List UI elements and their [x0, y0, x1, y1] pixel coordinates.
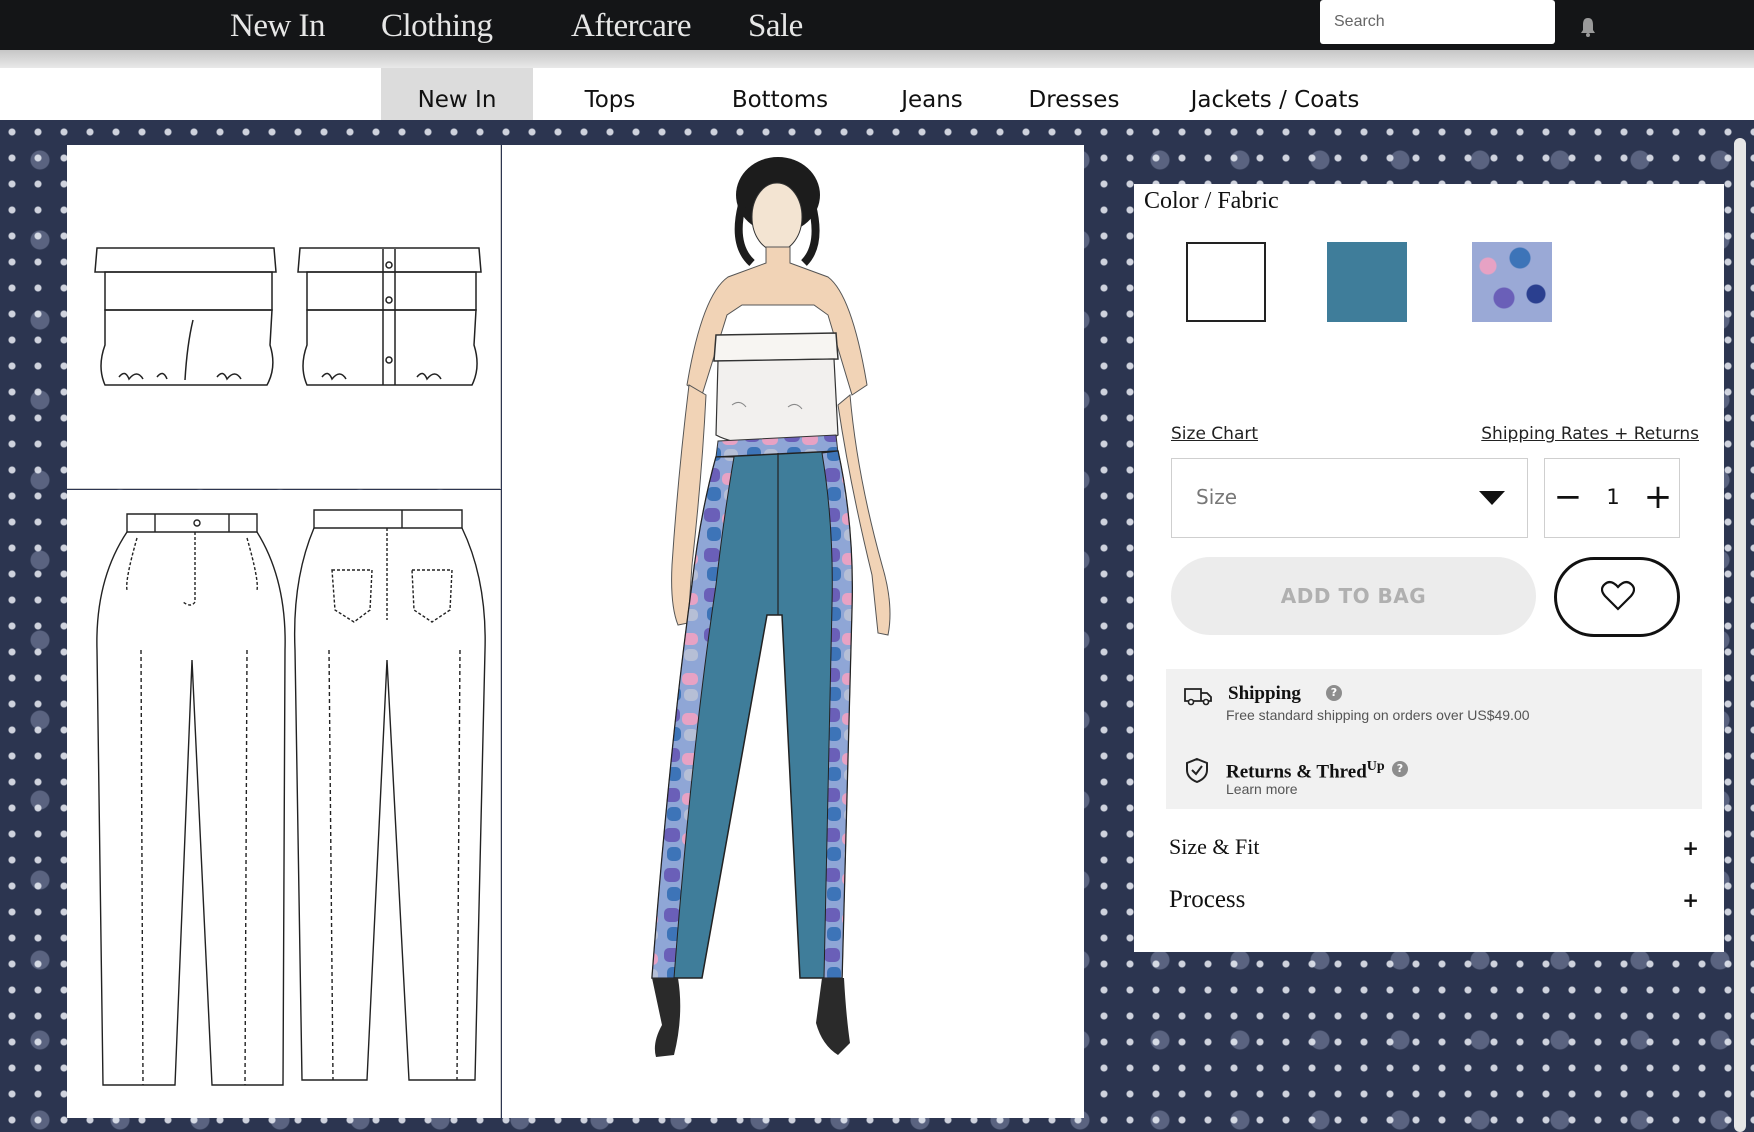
top-nav-sale[interactable]: Sale	[748, 6, 803, 46]
tab-tops[interactable]: Tops	[560, 68, 660, 120]
flat-sketch-top-panel	[67, 145, 501, 489]
top-nav-aftercare[interactable]: Aftercare	[571, 6, 692, 46]
size-dropdown-label: Size	[1196, 485, 1238, 509]
size-dropdown[interactable]: Size	[1171, 458, 1528, 538]
tab-bottoms[interactable]: Bottoms	[722, 68, 838, 120]
tab-dresses[interactable]: Dresses	[1024, 68, 1124, 120]
flat-sketch-pants-panel	[67, 490, 501, 1118]
returns-learn-more-link[interactable]: Learn more	[1226, 781, 1298, 797]
quantity-stepper: − 1 +	[1544, 458, 1680, 538]
returns-title-text: Returns & Thred	[1226, 761, 1367, 783]
truck-icon	[1184, 688, 1212, 706]
quantity-value: 1	[1606, 485, 1620, 509]
size-fit-expand-icon: +	[1682, 836, 1699, 860]
swatch-print[interactable]	[1472, 242, 1552, 322]
model-illustration-panel	[502, 145, 1084, 1118]
shipping-title: Shipping	[1228, 683, 1301, 704]
size-chart-link[interactable]: Size Chart	[1171, 424, 1258, 444]
search-input[interactable]	[1320, 0, 1555, 44]
model-illustration	[651, 157, 891, 1057]
heart-icon	[1601, 580, 1635, 611]
shipping-help-icon[interactable]: ?	[1326, 685, 1342, 701]
page-scrollbar[interactable]	[1734, 138, 1746, 1132]
header-divider	[0, 50, 1754, 68]
tab-jeans[interactable]: Jeans	[892, 68, 972, 120]
returns-help-icon[interactable]: ?	[1392, 761, 1408, 777]
quantity-decrease-button[interactable]: −	[1553, 477, 1583, 517]
process-label: Process	[1169, 886, 1246, 913]
shipping-info-box: Shipping ? Free standard shipping on ord…	[1166, 669, 1702, 809]
quantity-increase-button[interactable]: +	[1643, 477, 1673, 517]
top-nav-clothing[interactable]: Clothing	[381, 6, 493, 46]
top-nav-bar: New In Clothing Aftercare Sale	[0, 0, 1754, 50]
swatch-teal[interactable]	[1327, 242, 1407, 322]
tab-jackets-coats[interactable]: Jackets / Coats	[1185, 68, 1365, 120]
swatch-white[interactable]	[1186, 242, 1266, 322]
bell-icon[interactable]	[1576, 16, 1600, 38]
process-expand-icon: +	[1682, 888, 1699, 912]
wishlist-button[interactable]	[1554, 557, 1680, 637]
add-to-bag-button[interactable]: ADD TO BAG	[1171, 557, 1536, 635]
top-flat-sketch	[94, 247, 482, 386]
size-fit-label: Size & Fit	[1169, 834, 1260, 859]
returns-title: Returns & ThredUp	[1226, 759, 1385, 783]
returns-title-sup: Up	[1366, 759, 1385, 774]
category-nav: New In Tops Bottoms Jeans Dresses Jacket…	[0, 68, 1754, 120]
top-nav-new-in[interactable]: New In	[230, 6, 326, 46]
size-fit-accordion[interactable]: Size & Fit +	[1169, 834, 1699, 874]
shipping-rates-link[interactable]: Shipping Rates + Returns	[1481, 424, 1699, 444]
shield-check-icon	[1186, 757, 1208, 783]
color-fabric-title: Color / Fabric	[1144, 188, 1279, 214]
shipping-subtitle: Free standard shipping on orders over US…	[1226, 707, 1530, 723]
pants-flat-sketch	[96, 509, 486, 1086]
tab-new-in[interactable]: New In	[381, 68, 533, 120]
process-accordion[interactable]: Process +	[1169, 886, 1699, 926]
product-options-panel: Color / Fabric Size Chart Shipping Rates…	[1134, 184, 1724, 952]
chevron-down-icon	[1479, 491, 1505, 505]
